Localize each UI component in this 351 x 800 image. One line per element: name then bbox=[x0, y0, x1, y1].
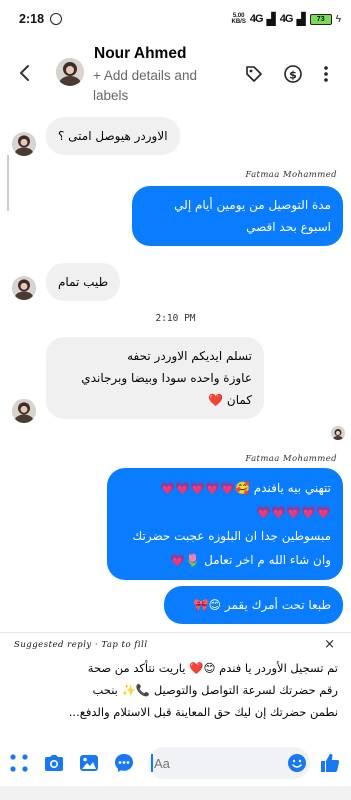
signal-1: 4G bbox=[249, 13, 264, 25]
status-time: 2:18 bbox=[19, 12, 45, 26]
message-incoming[interactable]: طيب تمام bbox=[46, 263, 121, 301]
apps-grid-icon[interactable] bbox=[8, 752, 30, 774]
camera-icon[interactable] bbox=[43, 752, 65, 774]
close-icon[interactable]: × bbox=[324, 637, 335, 652]
svg-text:$: $ bbox=[289, 69, 297, 82]
signal-bars-icon: ▟ bbox=[266, 12, 276, 26]
back-arrow-icon[interactable] bbox=[16, 64, 34, 82]
message-timestamp: 2:10 PM bbox=[155, 313, 196, 324]
contact-avatar bbox=[12, 399, 36, 423]
battery-icon: 73 bbox=[309, 13, 332, 25]
whatsapp-notification-icon bbox=[50, 13, 63, 25]
like-icon[interactable] bbox=[319, 752, 341, 774]
contact-avatar bbox=[12, 132, 36, 156]
contact-avatar[interactable] bbox=[56, 58, 84, 86]
sender-name: Fatmaa Mohammed bbox=[245, 170, 337, 180]
sender-name: Fatmaa Mohammed bbox=[245, 454, 337, 464]
suggested-reply-text[interactable]: تم تسجيل الأوردر يا فندم 😊❤️ ياريت نتأكد… bbox=[12, 657, 338, 723]
add-details-link[interactable]: + Add details and labels bbox=[93, 66, 213, 106]
more-options-icon[interactable] bbox=[321, 64, 331, 84]
dollar-icon[interactable]: $ bbox=[283, 64, 303, 84]
status-bar: 2:18 5.00 KB/S 4G ▟ 4G ▟ 73 ϟ bbox=[0, 0, 351, 38]
status-right: 5.00 KB/S 4G ▟ 4G ▟ 73 ϟ bbox=[232, 12, 341, 26]
message-composer bbox=[0, 742, 351, 784]
message-outgoing[interactable]: تتهني بيه يافندم 🥰💗💗💗💗💗 💗💗💗💗💗 مبسوطين جد… bbox=[107, 468, 343, 580]
message-incoming[interactable]: تسلم ايديكم الاوردر تحفه عاوزة واحده سود… bbox=[46, 337, 264, 419]
message-incoming[interactable]: الاوردر هيوصل امتى ؟ bbox=[46, 117, 180, 155]
system-nav-bar bbox=[0, 786, 351, 800]
signal-bars-icon: ▟ bbox=[296, 12, 306, 26]
text-caret bbox=[151, 754, 153, 772]
charging-icon: ϟ bbox=[335, 13, 341, 25]
network-speed: 5.00 KB/S bbox=[231, 13, 246, 25]
message-outgoing[interactable]: طبعا تحت أمرك يقمر 😊🎀 bbox=[164, 586, 343, 624]
suggested-reply-label: Suggested reply · Tap to fill bbox=[14, 640, 148, 650]
contact-avatar bbox=[12, 276, 36, 300]
signal-2: 4G bbox=[279, 13, 294, 25]
contact-name[interactable]: Nour Ahmed bbox=[94, 45, 186, 63]
messenger-chat-screen: 2:18 5.00 KB/S 4G ▟ 4G ▟ 73 ϟ Nour Ahmed… bbox=[0, 0, 351, 800]
suggested-reply-panel[interactable]: Suggested reply · Tap to fill × تم تسجيل… bbox=[0, 632, 351, 742]
message-outgoing[interactable]: مدة التوصيل من يومين أيام إلي اسبوع بحد … bbox=[132, 186, 343, 246]
chat-bubble-icon[interactable] bbox=[113, 752, 135, 774]
tag-icon[interactable] bbox=[244, 64, 264, 84]
read-receipt-avatar bbox=[331, 426, 345, 440]
emoji-icon[interactable] bbox=[286, 752, 308, 774]
chat-header: Nour Ahmed + Add details and labels $ bbox=[0, 38, 351, 106]
reply-thread-line bbox=[7, 155, 9, 211]
gallery-icon[interactable] bbox=[78, 752, 100, 774]
